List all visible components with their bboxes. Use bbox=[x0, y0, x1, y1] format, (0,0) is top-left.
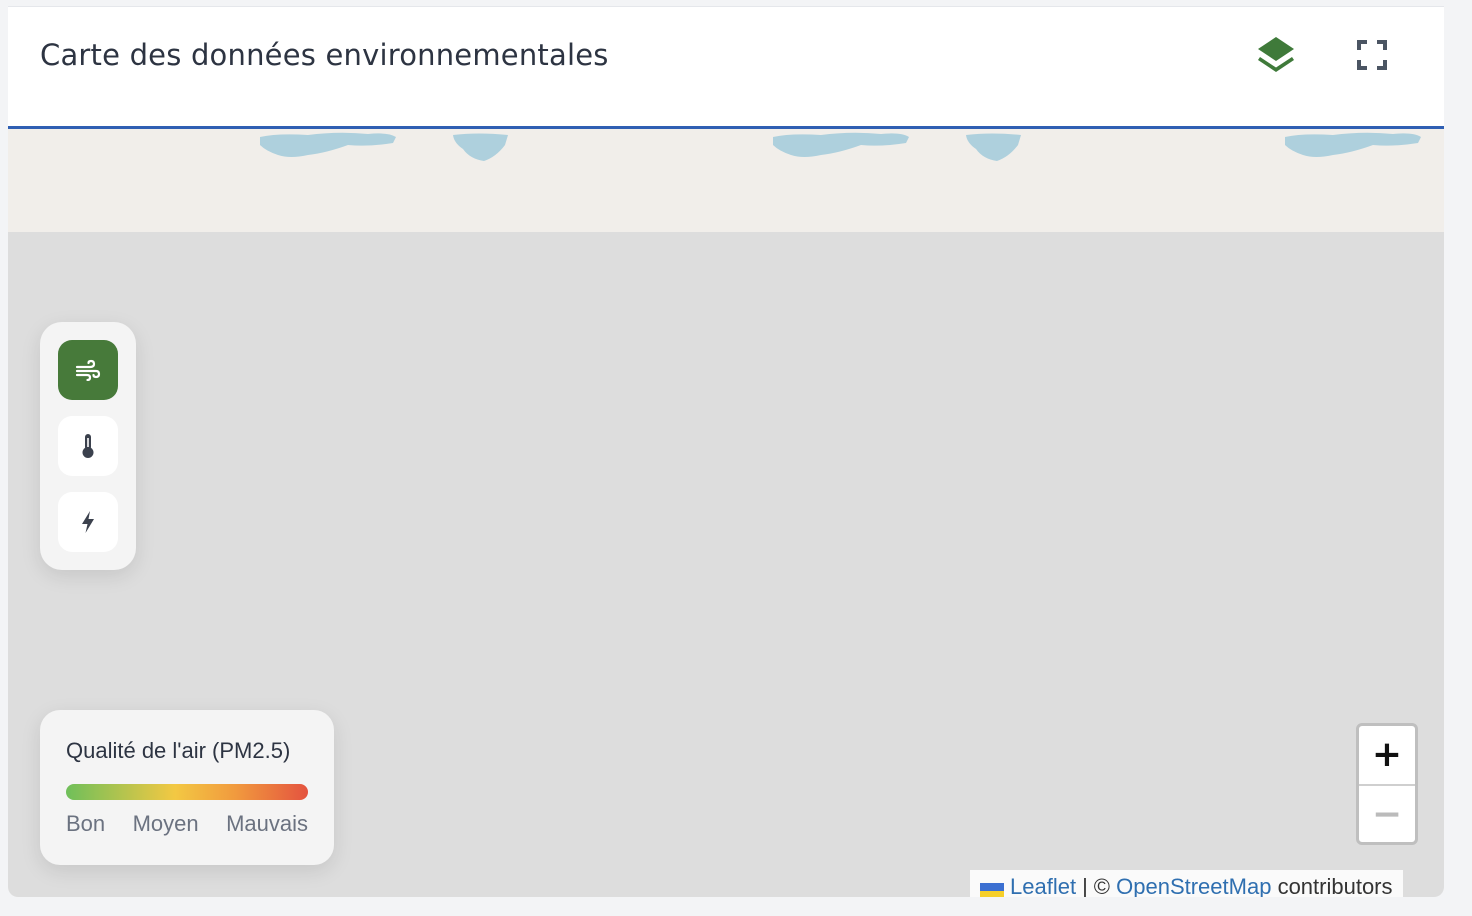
fullscreen-icon bbox=[1357, 40, 1387, 70]
air-quality-legend: Qualité de l'air (PM2.5) Bon Moyen Mauva… bbox=[40, 710, 334, 865]
map-card: Carte des données environnementales Qual… bbox=[8, 6, 1444, 897]
attribution-suffix: contributors bbox=[1277, 874, 1393, 897]
ukraine-flag-icon bbox=[980, 879, 1004, 897]
attribution-separator: | bbox=[1082, 874, 1088, 897]
leaflet-link[interactable]: Leaflet bbox=[1010, 874, 1076, 897]
legend-labels: Bon Moyen Mauvais bbox=[66, 811, 308, 837]
legend-label-bad: Mauvais bbox=[226, 811, 308, 836]
map-water-shapes bbox=[260, 132, 1421, 161]
zoom-in-button[interactable]: + bbox=[1359, 726, 1415, 786]
legend-title: Qualité de l'air (PM2.5) bbox=[66, 738, 291, 763]
map-tile-strip bbox=[8, 129, 1444, 232]
card-header: Carte des données environnementales bbox=[8, 7, 1444, 129]
legend-label-good: Bon bbox=[66, 811, 106, 836]
air-quality-layer-button[interactable] bbox=[58, 340, 118, 400]
thermometer-icon bbox=[82, 434, 94, 458]
temperature-layer-button[interactable] bbox=[58, 416, 118, 476]
map-attribution: Leaflet | © OpenStreetMap contributors bbox=[970, 870, 1403, 897]
legend-gradient-bar bbox=[66, 784, 308, 800]
lightning-icon bbox=[82, 511, 94, 533]
copyright-symbol: © bbox=[1093, 874, 1110, 897]
openstreetmap-link[interactable]: OpenStreetMap bbox=[1116, 874, 1271, 897]
wind-icon bbox=[75, 359, 101, 381]
zoom-out-button[interactable]: − bbox=[1359, 786, 1415, 842]
layer-control-panel bbox=[40, 322, 136, 570]
energy-layer-button[interactable] bbox=[58, 492, 118, 552]
legend-label-medium: Moyen bbox=[132, 811, 199, 836]
page-title: Carte des données environnementales bbox=[40, 38, 609, 72]
layers-icon bbox=[1258, 37, 1294, 72]
map-view[interactable]: Qualité de l'air (PM2.5) Bon Moyen Mauva… bbox=[8, 129, 1444, 897]
fullscreen-button[interactable] bbox=[1348, 33, 1396, 77]
zoom-control: + − bbox=[1356, 723, 1418, 845]
layers-button[interactable] bbox=[1252, 33, 1300, 77]
